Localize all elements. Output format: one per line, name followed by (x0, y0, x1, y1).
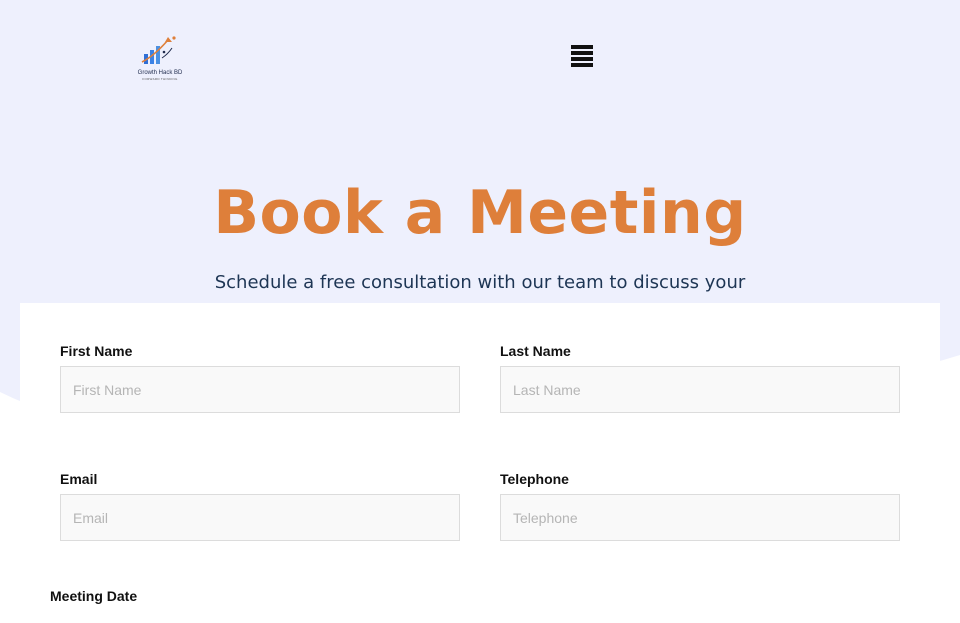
telephone-input[interactable] (500, 494, 900, 541)
meeting-date-label: Meeting Date (50, 588, 138, 604)
page-title: Book a Meeting (213, 178, 747, 248)
first-name-input[interactable] (60, 366, 460, 413)
logo-tagline: FORWARD THINKING (142, 77, 178, 81)
logo[interactable]: Growth Hack BD FORWARD THINKING (134, 32, 186, 84)
logo-name: Growth Hack BD (137, 70, 183, 76)
last-name-input[interactable] (500, 366, 900, 413)
last-name-group: Last Name (500, 343, 900, 413)
telephone-group: Telephone (500, 471, 900, 541)
site-header: Growth Hack BD FORWARD THINKING (0, 0, 960, 110)
hamburger-menu-icon[interactable] (571, 45, 594, 68)
telephone-label: Telephone (500, 471, 569, 487)
email-label: Email (60, 471, 98, 487)
first-name-group: First Name (60, 343, 460, 413)
first-name-label: First Name (60, 343, 133, 359)
booking-form: First Name Last Name Email Telephone Mee… (20, 303, 940, 623)
last-name-label: Last Name (500, 343, 571, 359)
email-group: Email (60, 471, 460, 541)
page-subtitle: Schedule a free consultation with our te… (214, 272, 746, 293)
rocket-growth-icon (141, 36, 176, 64)
email-input[interactable] (60, 494, 460, 541)
